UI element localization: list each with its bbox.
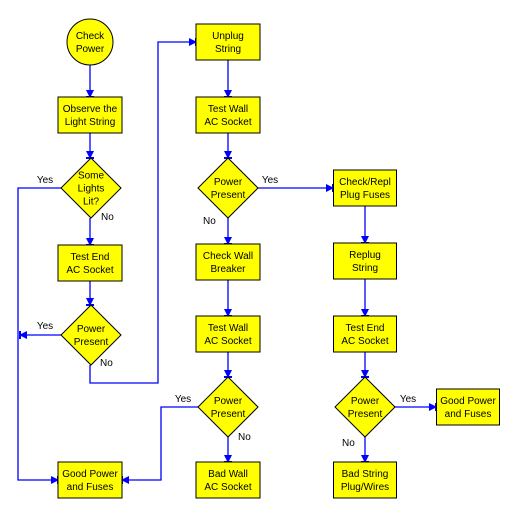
node-label-line: Test End — [71, 252, 110, 263]
node-label-line: Power — [214, 177, 243, 188]
node-label-line: and Fuses — [67, 482, 114, 493]
node-label-line: Bad Wall — [208, 469, 248, 480]
edge-label-no: No — [101, 212, 114, 223]
node-some-lights-lit[interactable]: Some Lights Lit? — [60, 157, 122, 219]
edge-label-yes: Yes — [37, 175, 53, 186]
node-label-line: Good Power — [440, 396, 496, 407]
node-bad-string-plug-wires[interactable]: Bad String Plug/Wires — [333, 461, 397, 499]
node-label-line: Some — [78, 171, 105, 182]
edge-label-yes: Yes — [37, 321, 53, 332]
node-label-line: Replug — [349, 250, 381, 261]
node-observe-light-string[interactable]: Observe the Light String — [57, 96, 123, 134]
node-replug-string[interactable]: Replug String — [333, 242, 397, 280]
decision-diamond — [197, 157, 259, 219]
node-label-line: Plug Fuses — [340, 190, 390, 201]
node-test-end-ac-socket-1[interactable]: Test End AC Socket — [57, 244, 123, 282]
node-label-line: Unplug — [212, 31, 244, 42]
node-label-line: Present — [348, 409, 383, 420]
node-power-present-2[interactable]: Power Present — [197, 157, 259, 219]
node-power-present-4[interactable]: Power Present — [334, 376, 396, 438]
node-label-line: Bad String — [342, 469, 389, 480]
node-power-present-1[interactable]: Power Present — [60, 304, 122, 366]
node-label-line: AC Socket — [204, 117, 251, 128]
node-check-wall-breaker[interactable]: Check Wall Breaker — [195, 243, 261, 281]
edge-power-present-3-to-good-power-fuses-1 — [121, 406, 198, 484]
nodes-layer: Check Power Observe the Light String Some Lig… — [57, 18, 500, 499]
node-label-line: String — [215, 44, 241, 55]
decision-diamond — [334, 376, 396, 438]
node-check-repl-plug-fuses[interactable]: Check/Repl Plug Fuses — [333, 169, 397, 207]
node-label-line: AC Socket — [341, 336, 388, 347]
node-label-line: Lit? — [83, 197, 100, 208]
edge-some-lights-lit-to-good-power-fuses-1 — [17, 187, 61, 484]
node-label-line: Plug/Wires — [341, 482, 389, 493]
edge-label-yes: Yes — [400, 394, 416, 405]
node-label-line: Present — [211, 190, 246, 201]
node-label-line: Lights — [78, 184, 105, 195]
node-power-present-3[interactable]: Power Present — [197, 376, 259, 438]
node-label-line: Observe the — [63, 104, 118, 115]
node-test-wall-ac-socket-2[interactable]: Test Wall AC Socket — [195, 315, 261, 353]
node-label-line: AC Socket — [66, 265, 113, 276]
node-label-line: Power — [77, 324, 106, 335]
edge-label-yes: Yes — [262, 175, 278, 186]
node-good-power-fuses-1[interactable]: Good Power and Fuses — [57, 461, 123, 499]
node-label-line: and Fuses — [445, 409, 492, 420]
edge-label-no: No — [203, 216, 216, 227]
edge-label-no: No — [100, 358, 113, 369]
node-label-line: Present — [211, 409, 246, 420]
node-label-line: Good Power — [62, 469, 118, 480]
edge-label-no: No — [238, 432, 251, 443]
node-test-end-ac-socket-2[interactable]: Test End AC Socket — [333, 315, 397, 353]
node-label-line: Power — [214, 396, 243, 407]
node-test-wall-ac-socket-1[interactable]: Test Wall AC Socket — [195, 96, 261, 134]
node-unplug-string[interactable]: Unplug String — [195, 23, 261, 61]
node-label-line: String — [352, 263, 378, 274]
flowchart-canvas: Check Power Observe the Light String Some Lig… — [17, 18, 500, 499]
node-label-line: Test Wall — [208, 323, 248, 334]
start-circle — [66, 18, 114, 66]
node-good-power-fuses-2[interactable]: Good Power and Fuses — [436, 388, 500, 426]
node-label-line: Power — [351, 396, 380, 407]
node-label-line: Check — [76, 31, 105, 42]
edge-label-no: No — [342, 438, 355, 449]
node-label-line: Light String — [65, 117, 116, 128]
decision-diamond — [60, 304, 122, 366]
node-label-line: Present — [74, 337, 109, 348]
decision-diamond — [197, 376, 259, 438]
node-label-line: AC Socket — [204, 336, 251, 347]
node-label-line: Test End — [346, 323, 385, 334]
node-label-line: Power — [76, 44, 105, 55]
node-check-power[interactable]: Check Power — [66, 18, 114, 66]
edge-label-yes: Yes — [175, 394, 191, 405]
node-label-line: Check Wall — [203, 251, 253, 262]
node-label-line: Breaker — [210, 264, 246, 275]
node-label-line: Check/Repl — [339, 177, 391, 188]
node-label-line: Test Wall — [208, 104, 248, 115]
node-label-line: AC Socket — [204, 482, 251, 493]
node-bad-wall-ac-socket[interactable]: Bad Wall AC Socket — [195, 461, 261, 499]
